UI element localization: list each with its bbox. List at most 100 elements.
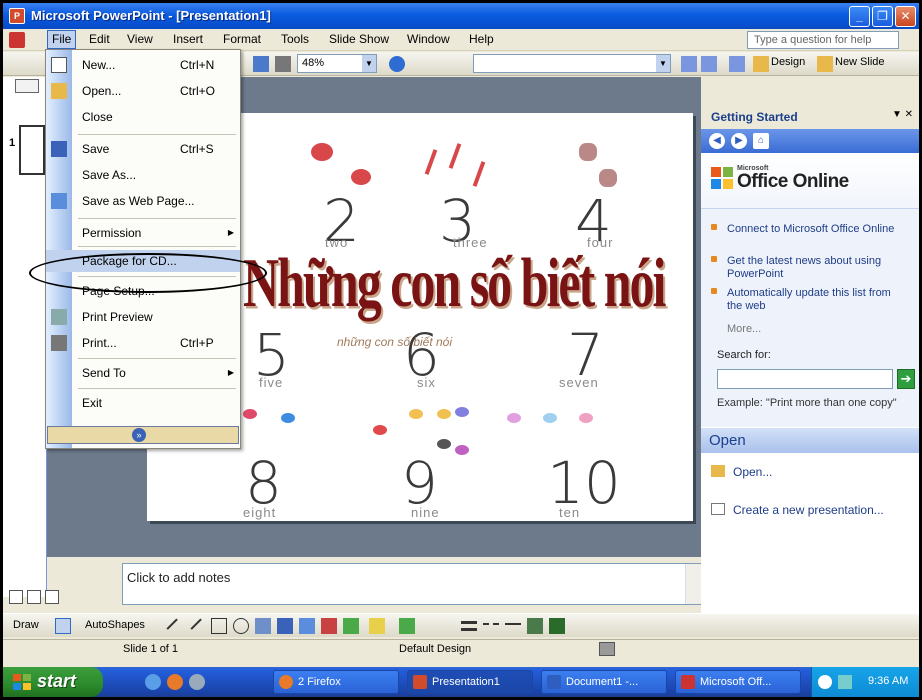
menu-item-save-as[interactable]: Save As...: [46, 164, 240, 186]
chevron-down-icon[interactable]: ▼: [362, 55, 376, 72]
slideshow-icon[interactable]: [45, 590, 59, 604]
arrow-icon[interactable]: [186, 614, 202, 630]
search-go-button[interactable]: ➔: [897, 369, 915, 389]
menu-help[interactable]: Help: [469, 32, 494, 46]
more-link[interactable]: More...: [727, 323, 761, 335]
help-icon[interactable]: [389, 56, 405, 72]
font-select[interactable]: ▼: [473, 54, 671, 73]
textbox-icon[interactable]: [255, 618, 271, 634]
chevron-down-icon[interactable]: ▼: [656, 55, 670, 72]
menu-item-permission[interactable]: Permission ▶: [46, 222, 240, 244]
candy-icon: [437, 439, 451, 449]
menu-item-exit[interactable]: Exit: [46, 392, 240, 414]
3d-icon[interactable]: [549, 618, 565, 634]
minimize-button[interactable]: _: [849, 6, 870, 27]
close-button[interactable]: ✕: [895, 6, 916, 27]
media-icon[interactable]: [189, 674, 205, 690]
menu-slide-show[interactable]: Slide Show: [329, 32, 389, 46]
numbering-icon[interactable]: [681, 56, 697, 72]
task-document1[interactable]: Document1 -...: [541, 670, 667, 694]
document-icon[interactable]: [9, 32, 25, 48]
create-presentation-link[interactable]: Create a new presentation...: [711, 503, 884, 517]
table-icon[interactable]: [253, 56, 269, 72]
dash-style-icon[interactable]: [483, 623, 499, 633]
start-button[interactable]: start: [3, 667, 103, 697]
grid-icon[interactable]: [275, 56, 291, 72]
forward-icon[interactable]: ▶: [731, 133, 747, 149]
menu-expand-button[interactable]: »: [47, 426, 239, 444]
firefox-icon[interactable]: [167, 674, 183, 690]
maximize-button[interactable]: ❐: [872, 6, 893, 27]
ask-question-box[interactable]: Type a question for help: [747, 31, 899, 49]
menu-view[interactable]: View: [127, 32, 153, 46]
powerpoint-icon[interactable]: P: [9, 8, 25, 24]
clipart-icon[interactable]: [321, 618, 337, 634]
link-auto-update[interactable]: Automatically update this list from the …: [711, 287, 915, 313]
menu-item-print[interactable]: Print... Ctrl+P: [46, 332, 240, 354]
draw-menu-button[interactable]: Draw: [13, 619, 39, 631]
outline-tab[interactable]: [15, 79, 39, 93]
title-bar: P Microsoft PowerPoint - [Presentation1]…: [3, 3, 919, 29]
open-folder-icon: [51, 83, 67, 99]
task-firefox[interactable]: 2 Firefox: [273, 670, 399, 694]
task-presentation1[interactable]: Presentation1: [407, 670, 533, 694]
task-microsoft-office[interactable]: Microsoft Off...: [675, 670, 801, 694]
line-icon[interactable]: [162, 614, 178, 630]
taskpane-menu-icon[interactable]: ▼ ✕: [892, 109, 913, 120]
notes-scrollbar[interactable]: [685, 564, 701, 604]
menu-item-print-preview[interactable]: Print Preview: [46, 306, 240, 328]
menu-item-open[interactable]: Open... Ctrl+O: [46, 80, 240, 102]
zoom-select[interactable]: 48% ▼: [297, 54, 377, 73]
font-color-icon[interactable]: [431, 618, 447, 634]
menu-item-send-to[interactable]: Send To ▶: [46, 362, 240, 384]
menu-tools[interactable]: Tools: [281, 32, 309, 46]
document-icon: [711, 503, 725, 515]
taskpane: ◀ ▶ ⌂ Microsoft Office Online Connect to…: [701, 129, 919, 613]
menu-item-save-web[interactable]: Save as Web Page...: [46, 190, 240, 212]
back-icon[interactable]: ◀: [709, 133, 725, 149]
clock[interactable]: 9:36 AM: [868, 675, 908, 687]
wordart-shadow-text: những con số biết nói: [337, 335, 453, 349]
shadow-icon[interactable]: [527, 618, 543, 634]
menu-format[interactable]: Format: [223, 32, 261, 46]
menu-edit[interactable]: Edit: [89, 32, 110, 46]
network-icon[interactable]: [838, 675, 852, 689]
search-input[interactable]: [717, 369, 893, 389]
wordart-title[interactable]: Những con số biết nói: [243, 241, 666, 322]
ie-icon[interactable]: [145, 674, 161, 690]
line-color-icon[interactable]: [399, 618, 415, 634]
home-icon[interactable]: ⌂: [753, 133, 769, 149]
indent-icon[interactable]: [729, 56, 745, 72]
link-latest-news[interactable]: Get the latest news about using PowerPoi…: [711, 255, 915, 281]
diagram-icon[interactable]: [299, 618, 315, 634]
link-connect[interactable]: Connect to Microsoft Office Online: [711, 223, 915, 236]
word-nine: nine: [411, 505, 440, 520]
oval-icon[interactable]: [233, 618, 249, 634]
wordart-icon[interactable]: [277, 618, 293, 634]
picture-icon[interactable]: [343, 618, 359, 634]
arrow-style-icon[interactable]: [505, 623, 521, 633]
slide-sorter-icon[interactable]: [27, 590, 41, 604]
bullets-icon[interactable]: [701, 56, 717, 72]
menu-window[interactable]: Window: [407, 32, 450, 46]
rectangle-icon[interactable]: [211, 618, 227, 634]
notes-pane[interactable]: Click to add notes: [122, 563, 702, 605]
menu-file[interactable]: File: [47, 30, 77, 49]
tray-expand-icon[interactable]: [818, 675, 832, 689]
normal-view-icon[interactable]: [9, 590, 23, 604]
open-link[interactable]: Open...: [711, 465, 772, 479]
menu-insert[interactable]: Insert: [173, 32, 203, 46]
select-arrow-icon[interactable]: [55, 618, 71, 634]
bug-icon: [579, 143, 597, 161]
slide-thumbnail[interactable]: [19, 125, 45, 175]
menu-item-new[interactable]: New... Ctrl+N: [46, 54, 240, 76]
new-slide-button[interactable]: New Slide: [835, 56, 885, 68]
spelling-icon[interactable]: [599, 642, 615, 656]
line-style-icon[interactable]: [461, 621, 477, 631]
autoshapes-button[interactable]: AutoShapes: [85, 619, 145, 631]
fill-color-icon[interactable]: [369, 618, 385, 634]
design-button[interactable]: Design: [771, 56, 805, 68]
notes-placeholder: Click to add notes: [127, 570, 231, 585]
menu-item-close[interactable]: Close: [46, 106, 240, 128]
menu-item-save[interactable]: Save Ctrl+S: [46, 138, 240, 160]
